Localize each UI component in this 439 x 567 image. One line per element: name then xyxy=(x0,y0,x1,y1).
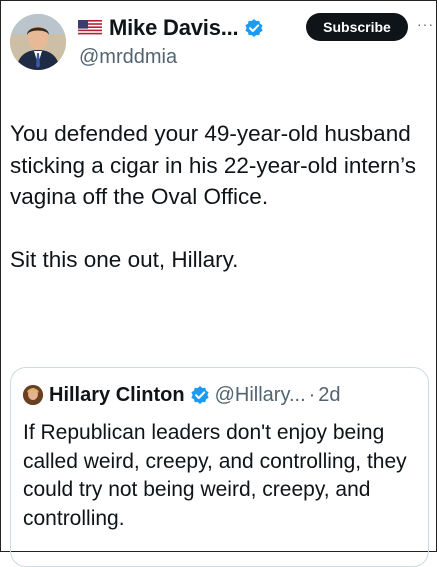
us-flag-icon xyxy=(78,20,102,36)
quoted-author-avatar[interactable] xyxy=(23,385,43,405)
author-avatar[interactable] xyxy=(10,14,66,70)
more-options-icon[interactable]: ··· xyxy=(417,16,434,32)
tweet-text: You defended your 49-year-old husband st… xyxy=(10,118,434,276)
tweet-card: Mike Davis... @mrddmia Subscribe ··· You… xyxy=(0,0,439,567)
quoted-tweet-header: Hillary Clinton @Hillary... · 2d xyxy=(23,382,341,408)
author-name[interactable]: Mike Davis... xyxy=(109,15,239,41)
tweet-paragraph: Sit this one out, Hillary. xyxy=(10,247,239,272)
avatar-image xyxy=(10,14,66,70)
quoted-author-handle[interactable]: @Hillary... xyxy=(215,384,306,407)
subscribe-button[interactable]: Subscribe xyxy=(306,13,408,41)
verified-badge-icon xyxy=(244,18,264,38)
quoted-author-name[interactable]: Hillary Clinton xyxy=(49,384,185,407)
author-name-row: Mike Davis... xyxy=(78,14,264,42)
quoted-tweet[interactable]: Hillary Clinton @Hillary... · 2d If Repu… xyxy=(10,367,429,567)
verified-badge-icon xyxy=(190,385,210,405)
tweet-paragraph: You defended your 49-year-old husband st… xyxy=(10,121,417,209)
author-handle[interactable]: @mrddmia xyxy=(79,46,177,69)
separator-dot: · xyxy=(308,383,316,406)
quoted-tweet-text: If Republican leaders don't enjoy being … xyxy=(23,421,407,530)
quoted-timestamp[interactable]: 2d xyxy=(318,384,340,407)
